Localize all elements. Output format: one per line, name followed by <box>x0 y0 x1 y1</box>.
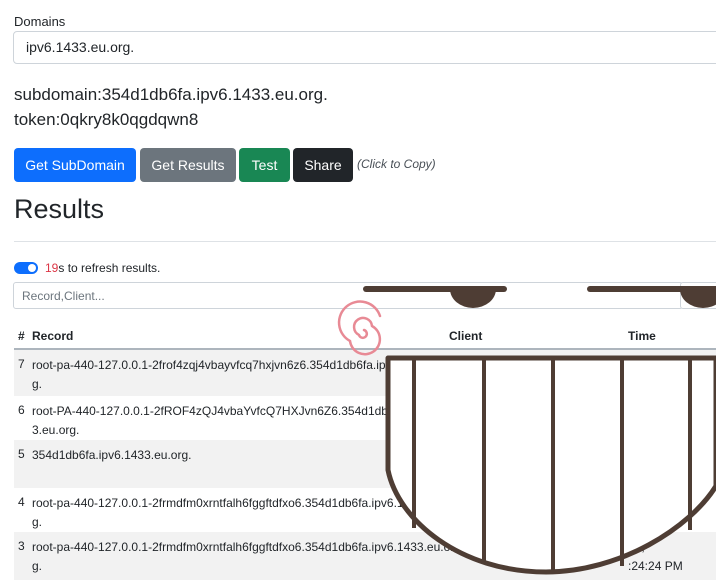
table-row[interactable]: 3 root-pa-440-127.0.0.1-2frmdfm0xrntfalh… <box>14 532 716 580</box>
table-row[interactable]: 7 root-pa-440-127.0.0.1-2frof4zqj4vbayvf… <box>14 350 716 396</box>
table-row[interactable]: 5 354d1db6fa.ipv6.1433.eu.org. <box>14 440 716 488</box>
token-text: token:0qkry8k0qgdqwn8 <box>14 110 199 129</box>
row-time: 24, :24:24 PM <box>628 540 683 573</box>
row-record: root-PA-440-127.0.0.1-2fROF4zQJ4vbaYvfcQ… <box>32 404 454 437</box>
share-button[interactable]: Share <box>293 148 353 182</box>
refresh-status: 19s to refresh results. <box>45 261 160 275</box>
results-filter-input[interactable] <box>13 282 683 309</box>
pink-spiral <box>337 300 382 356</box>
get-results-button[interactable]: Get Results <box>140 148 236 182</box>
table-row[interactable]: 6 root-PA-440-127.0.0.1-2fROF4zQJ4vbaYvf… <box>14 396 716 440</box>
refresh-status-text: s to refresh results. <box>58 261 161 275</box>
divider <box>14 241 716 242</box>
column-header-record[interactable]: Record <box>32 329 73 343</box>
row-record: 354d1db6fa.ipv6.1433.eu.org. <box>32 448 192 462</box>
table-row[interactable]: 4 root-pa-440-127.0.0.1-2frmdfm0xrntfalh… <box>14 488 716 532</box>
column-header-client[interactable]: Client <box>449 329 482 343</box>
row-number: 7 <box>18 357 25 371</box>
toggle-knob <box>28 264 36 272</box>
row-number: 3 <box>18 539 25 553</box>
test-button[interactable]: Test <box>239 148 290 182</box>
row-record: root-pa-440-127.0.0.1-2frmdfm0xrntfalh6f… <box>32 540 455 573</box>
auto-refresh-toggle[interactable] <box>14 262 38 274</box>
subdomain-text: subdomain:354d1db6fa.ipv6.1433.eu.org. <box>14 85 328 104</box>
get-subdomain-button[interactable]: Get SubDomain <box>14 148 136 182</box>
domains-label: Domains <box>14 14 66 29</box>
refresh-countdown: 19 <box>45 261 59 275</box>
results-title: Results <box>14 194 105 224</box>
column-header-num: # <box>18 329 25 343</box>
column-header-time[interactable]: Time <box>628 329 656 343</box>
row-number: 4 <box>18 495 25 509</box>
row-record: root-pa-440-127.0.0.1-2frof4zqj4vbayvfcq… <box>32 358 459 391</box>
row-number: 5 <box>18 447 25 461</box>
filter-side-button[interactable] <box>680 282 716 309</box>
row-record: root-pa-440-127.0.0.1-2frmdfm0xrntfalh6f… <box>32 496 455 529</box>
domains-select[interactable]: ipv6.1433.eu.org. <box>13 31 716 64</box>
row-number: 6 <box>18 403 25 417</box>
copy-hint: (Click to Copy) <box>357 157 436 171</box>
